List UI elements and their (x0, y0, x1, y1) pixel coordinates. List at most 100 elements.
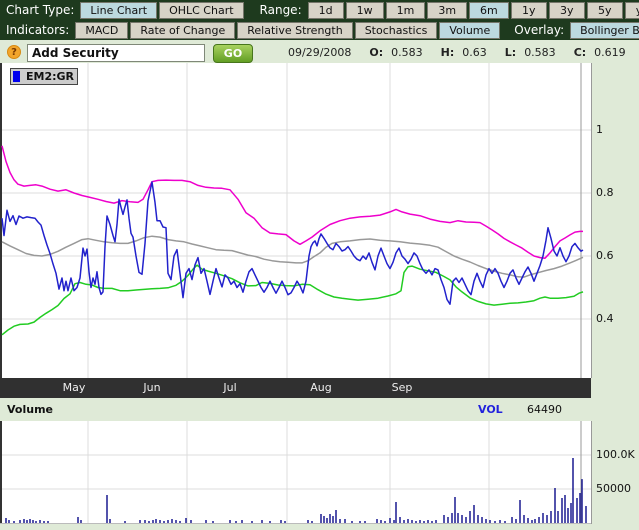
volume-bar (212, 521, 214, 523)
range-button-3y[interactable]: 3y (549, 2, 585, 19)
low-value: 0.583 (524, 46, 556, 59)
volume-bar (326, 518, 328, 523)
volume-bar (576, 498, 578, 523)
volume-bar (311, 521, 313, 523)
volume-bar (26, 520, 28, 523)
volume-bar (190, 520, 192, 523)
high-label: H: (441, 46, 455, 59)
indicator-button-macd[interactable]: MACD (75, 22, 128, 39)
chart-type-toolbar: Chart Type: Line ChartOHLC Chart Range: … (0, 0, 639, 20)
volume-bar (579, 493, 581, 523)
volume-bar (19, 520, 21, 523)
volume-bar (585, 506, 587, 523)
volume-bar (332, 516, 334, 523)
volume-bar (179, 521, 181, 523)
volume-bar (339, 519, 341, 523)
vol-label: VOL (478, 403, 503, 416)
low-label: L: (505, 46, 516, 59)
go-button[interactable]: GO (213, 44, 253, 63)
volume-bar (320, 514, 322, 523)
legend-symbol: EM2:GR (26, 70, 74, 83)
volume-bar (572, 458, 574, 523)
volume-bar (144, 520, 146, 523)
chart-type-button-line-chart[interactable]: Line Chart (80, 2, 157, 19)
indicator-button-stochastics[interactable]: Stochastics (355, 22, 438, 39)
price-chart-panel[interactable]: EM2:GR (0, 63, 592, 378)
volume-bar (393, 520, 395, 523)
y-axis-label-1: 1 (596, 123, 603, 136)
open-value: 0.583 (391, 46, 423, 59)
volume-bar (561, 498, 563, 523)
volume-bar (499, 520, 501, 523)
overlay-button-bollinger-bands[interactable]: Bollinger Bands (570, 22, 639, 39)
volume-chart-panel[interactable] (0, 421, 592, 524)
help-icon[interactable]: ? (7, 45, 21, 59)
chart-type-button-ohlc-chart[interactable]: OHLC Chart (159, 2, 243, 19)
volume-bar (47, 521, 49, 523)
volume-bar (241, 520, 243, 523)
overlay-buttons: Bollinger Bands (570, 22, 639, 39)
range-button-ytd[interactable]: ytd (625, 2, 639, 19)
volume-bar (527, 518, 529, 523)
range-button-5y[interactable]: 5y (587, 2, 623, 19)
y-axis-label-0.4: 0.4 (596, 312, 614, 325)
volume-bar (13, 521, 15, 523)
volume-bar (175, 520, 177, 523)
volume-axis-label-50000: 50000 (596, 482, 631, 495)
volume-bar (229, 520, 231, 523)
volume-bar (307, 520, 309, 523)
bollinger-upper-line (2, 146, 583, 258)
legend-color-swatch (13, 71, 20, 82)
volume-bar (489, 520, 491, 523)
indicator-button-rate-of-change[interactable]: Rate of Change (130, 22, 235, 39)
volume-bar (423, 521, 425, 523)
volume-bar (534, 519, 536, 523)
volume-bar (469, 511, 471, 523)
overlay-label: Overlay: (508, 23, 570, 37)
volume-bar (415, 521, 417, 523)
range-button-1d[interactable]: 1d (308, 2, 344, 19)
volume-bar (419, 520, 421, 523)
volume-bar (351, 521, 353, 523)
volume-bar (139, 520, 141, 523)
volume-bar (359, 521, 361, 523)
volume-bar (148, 521, 150, 523)
volume-bar (8, 520, 10, 523)
volume-bar (5, 518, 7, 523)
range-button-1w[interactable]: 1w (346, 2, 384, 19)
volume-bar (380, 520, 382, 523)
volume-bar (511, 517, 513, 523)
volume-bar (235, 521, 237, 523)
x-axis-label-jul: Jul (223, 381, 236, 394)
volume-bar (389, 518, 391, 523)
volume-bar (477, 515, 479, 523)
volume-bar (431, 521, 433, 523)
indicator-button-volume[interactable]: Volume (439, 22, 500, 39)
volume-bar (531, 520, 533, 523)
volume-bar (167, 520, 169, 523)
high-value: 0.63 (462, 46, 487, 59)
volume-bar (163, 521, 165, 523)
volume-bar (485, 519, 487, 523)
volume-title: Volume (7, 403, 53, 416)
volume-bar (554, 488, 556, 523)
quote-date: 09/29/2008 (288, 46, 351, 59)
indicator-button-relative-strength[interactable]: Relative Strength (237, 22, 352, 39)
volume-bar (284, 521, 286, 523)
volume-bar (376, 519, 378, 523)
range-button-1m[interactable]: 1m (386, 2, 426, 19)
volume-bar (185, 518, 187, 523)
volume-bar (461, 515, 463, 523)
volume-bar (43, 521, 45, 523)
volume-bar (581, 479, 583, 523)
volume-bar (451, 513, 453, 523)
volume-bar (457, 513, 459, 523)
range-button-3m[interactable]: 3m (427, 2, 467, 19)
volume-bar (205, 520, 207, 523)
add-security-input[interactable] (27, 44, 205, 62)
volume-bar (364, 521, 366, 523)
range-button-1y[interactable]: 1y (511, 2, 547, 19)
legend-chip[interactable]: EM2:GR (10, 68, 78, 85)
volume-header: Volume VOL 64490 (0, 398, 639, 421)
range-button-6m[interactable]: 6m (469, 2, 509, 19)
